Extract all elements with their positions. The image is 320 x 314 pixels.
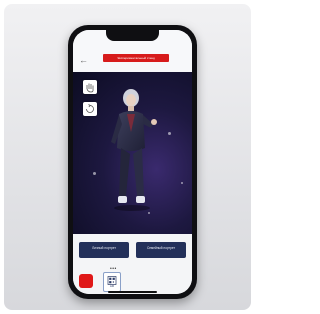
hand-tool-button[interactable] xyxy=(83,80,97,94)
light-particle xyxy=(181,182,183,184)
light-particle xyxy=(93,172,96,175)
phone-notch xyxy=(106,30,159,41)
screenshot-card: ← Экспериментальный стенд Личный портрет… xyxy=(4,4,251,310)
family-portrait-button[interactable]: Семейный портрет xyxy=(136,242,186,258)
ar-stage[interactable] xyxy=(73,72,192,234)
rotate-tool-button[interactable] xyxy=(83,102,97,116)
hand-icon xyxy=(86,83,94,93)
phone-screen: ← Экспериментальный стенд Личный портрет… xyxy=(73,30,192,294)
personal-portrait-button[interactable]: Личный портрет xyxy=(79,242,129,258)
light-particle xyxy=(168,132,171,135)
qr-label: AR xyxy=(109,284,115,288)
bottom-panel: Личный портрет Семейный портрет ••• AR xyxy=(73,234,192,294)
status-banner: Экспериментальный стенд xyxy=(103,54,169,62)
avatar-3d-model[interactable] xyxy=(103,84,163,224)
qr-scan-button[interactable]: AR xyxy=(103,272,121,292)
phone-frame: ← Экспериментальный стенд Личный портрет… xyxy=(68,25,197,299)
record-button[interactable] xyxy=(79,274,93,288)
back-arrow-icon[interactable]: ← xyxy=(79,56,88,65)
rotate-icon xyxy=(86,104,94,113)
home-indicator xyxy=(108,291,157,293)
